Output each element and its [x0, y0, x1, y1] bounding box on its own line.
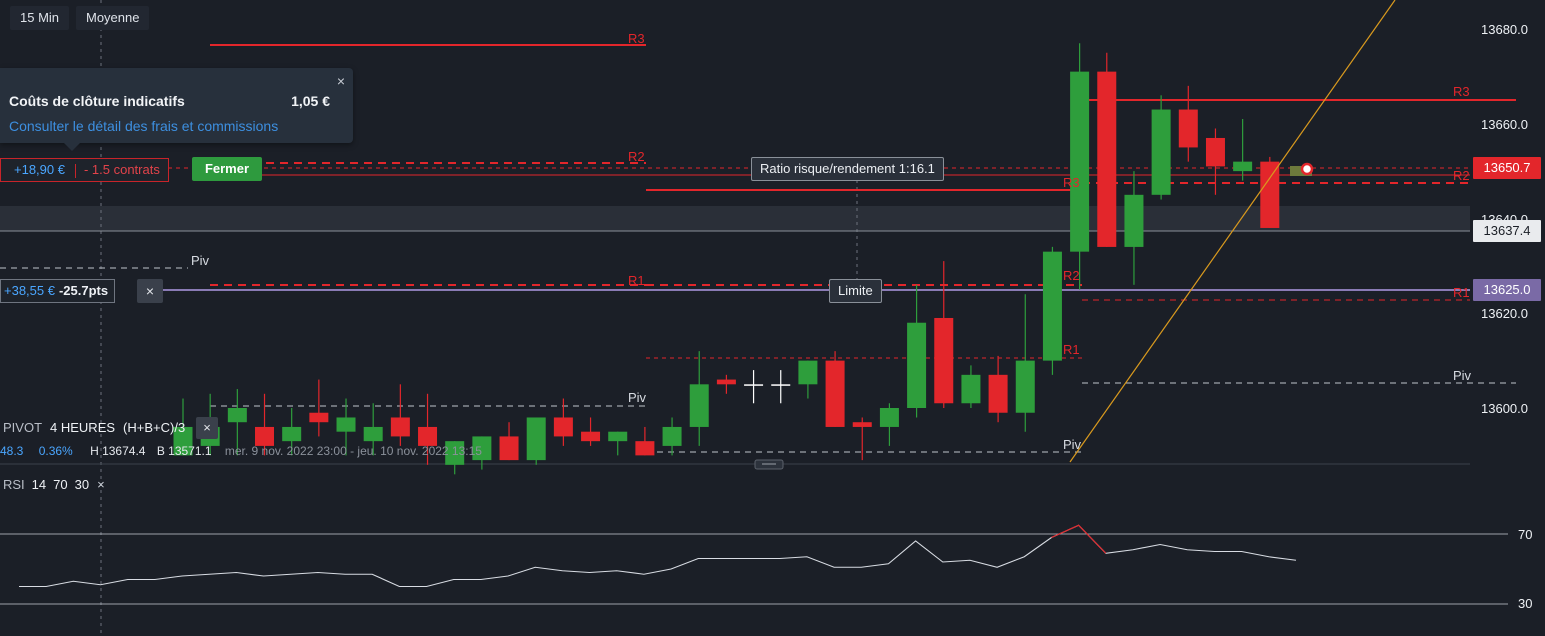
- pivot-formula: (H+B+C)/3: [123, 420, 186, 435]
- candle-body: [635, 441, 655, 456]
- fees-details-link[interactable]: Consulter le détail des frais et commiss…: [9, 118, 278, 134]
- candle-body: [662, 426, 682, 446]
- pivot-indicator-header[interactable]: PIVOT 4 HEURES (H+B+C)/3: [0, 417, 185, 439]
- pivot-piv-label: Piv: [1453, 368, 1472, 383]
- rsi-line: [19, 524, 1297, 588]
- closing-costs-popup: Coûts de clôture indicatifs 1,05 € Consu…: [0, 68, 353, 151]
- price-tick: 13600.0: [1481, 401, 1528, 416]
- candle-body: [988, 374, 1008, 413]
- candle-body: [1205, 137, 1225, 167]
- position-quantity: - 1.5 contrats: [83, 162, 160, 177]
- current-price-tag: 13650.7: [1473, 157, 1541, 179]
- candle-body: [1233, 161, 1253, 172]
- stat-high: H 13674.4: [90, 444, 146, 458]
- pivot-r3-label: R3: [1453, 84, 1470, 99]
- candle-body: [852, 422, 872, 427]
- candle-body: [499, 436, 519, 461]
- candle-body: [309, 412, 329, 423]
- close-icon[interactable]: ×: [337, 73, 345, 89]
- stat-range: mer. 9 nov. 2022 23:00 - jeu. 10 nov. 20…: [224, 444, 482, 458]
- close-position-button[interactable]: Fermer: [192, 157, 262, 181]
- candle-body: [363, 426, 383, 442]
- candle-body: [934, 317, 954, 404]
- pivot-r1-label: R1: [628, 273, 645, 288]
- rsi-tick: 30: [1518, 596, 1533, 611]
- rsi-param-period: 14: [31, 477, 47, 492]
- rsi-overbought-segment: [1051, 524, 1107, 554]
- rsi-indicator-header[interactable]: RSI 14 70 30 ×: [0, 474, 105, 496]
- chart-style-button[interactable]: Moyenne: [76, 6, 150, 30]
- pivot-stats: 48.3 0.36% H 13674.4 B 13571.1 mer. 9 no…: [0, 444, 482, 458]
- stat-low: B 13571.1: [156, 444, 212, 458]
- pivot-piv-label: Piv: [1063, 437, 1082, 452]
- candle-body: [1070, 71, 1090, 252]
- open-position-tag[interactable]: +18,90 € - 1.5 contrats: [0, 158, 169, 182]
- candle-body: [689, 384, 709, 427]
- candle-body: [744, 384, 764, 386]
- limit-label[interactable]: Limite: [829, 279, 882, 303]
- pivot-name: PIVOT: [3, 420, 43, 435]
- line-price-tag: 13637.4: [1473, 220, 1541, 242]
- candle-body: [1042, 251, 1062, 361]
- pivot-r3-label: R3: [628, 31, 645, 46]
- timeframe-button[interactable]: 15 Min: [10, 6, 70, 30]
- candle-body: [336, 417, 356, 432]
- candle-body: [608, 431, 628, 442]
- popup-title: Coûts de clôture indicatifs: [9, 93, 185, 109]
- price-tick: 13680.0: [1481, 22, 1528, 37]
- pivot-r2-label: R2: [1063, 268, 1080, 283]
- limit-order-tag[interactable]: +38,55 € -25.7pts: [0, 279, 116, 303]
- popup-arrow: [64, 143, 80, 151]
- trading-chart-screen: 15 Min Moyenne Coûts de clôture indicati…: [0, 0, 1545, 636]
- pivot-r1-label: R1: [1453, 285, 1470, 300]
- pivot-r3-label: R3: [1063, 175, 1080, 190]
- pivot-r1-label: R1: [1063, 342, 1080, 357]
- risk-reward-label: Ratio risque/rendement 1:16.1: [751, 157, 944, 181]
- pivot-r2-label: R2: [1453, 168, 1470, 183]
- candle-body: [771, 384, 791, 386]
- candle-body: [961, 374, 981, 404]
- price-tick: 13620.0: [1481, 306, 1528, 321]
- candle-body: [1260, 161, 1280, 228]
- candle-body: [798, 360, 818, 385]
- pivot-r2-label: R2: [628, 149, 645, 164]
- rsi-name: RSI: [3, 477, 25, 492]
- candle-body: [282, 426, 302, 442]
- candle-body: [390, 417, 410, 437]
- pivot-piv-label: Piv: [628, 390, 647, 405]
- candle-body: [227, 408, 247, 423]
- candle-body: [716, 379, 736, 385]
- rsi-tick: 70: [1518, 527, 1533, 542]
- price-zone-band: [0, 206, 1470, 231]
- candle-body: [879, 408, 899, 427]
- rsi-param-lower: 30: [74, 477, 90, 492]
- limit-pnl: +38,55 €: [4, 283, 55, 298]
- candle-body: [1124, 194, 1144, 247]
- limit-points: -25.7pts: [58, 283, 109, 298]
- candle-body: [581, 431, 601, 442]
- remove-rsi-icon[interactable]: ×: [89, 477, 105, 492]
- candle-body: [907, 322, 927, 408]
- position-pnl: +18,90 €: [14, 162, 65, 177]
- candle-body: [1151, 109, 1171, 195]
- candle-body: [1097, 71, 1117, 247]
- remove-pivot-icon[interactable]: ×: [196, 417, 218, 439]
- popup-amount: 1,05 €: [291, 93, 330, 109]
- candle-body: [553, 417, 573, 437]
- candle-body: [1015, 360, 1035, 413]
- candle-body: [526, 417, 546, 461]
- candle-body: [825, 360, 845, 427]
- stat-value: 48.3: [0, 444, 24, 458]
- price-tick: 13660.0: [1481, 117, 1528, 132]
- current-price-dot: [1300, 162, 1314, 176]
- limit-price-tag: 13625.0: [1473, 279, 1541, 301]
- candle-body: [1178, 109, 1198, 148]
- pivot-piv-label: Piv: [191, 253, 210, 268]
- cancel-limit-icon[interactable]: ×: [137, 279, 163, 303]
- stat-change: 0.36%: [38, 444, 73, 458]
- pivot-period: 4 HEURES: [50, 420, 116, 435]
- rsi-param-upper: 70: [53, 477, 68, 492]
